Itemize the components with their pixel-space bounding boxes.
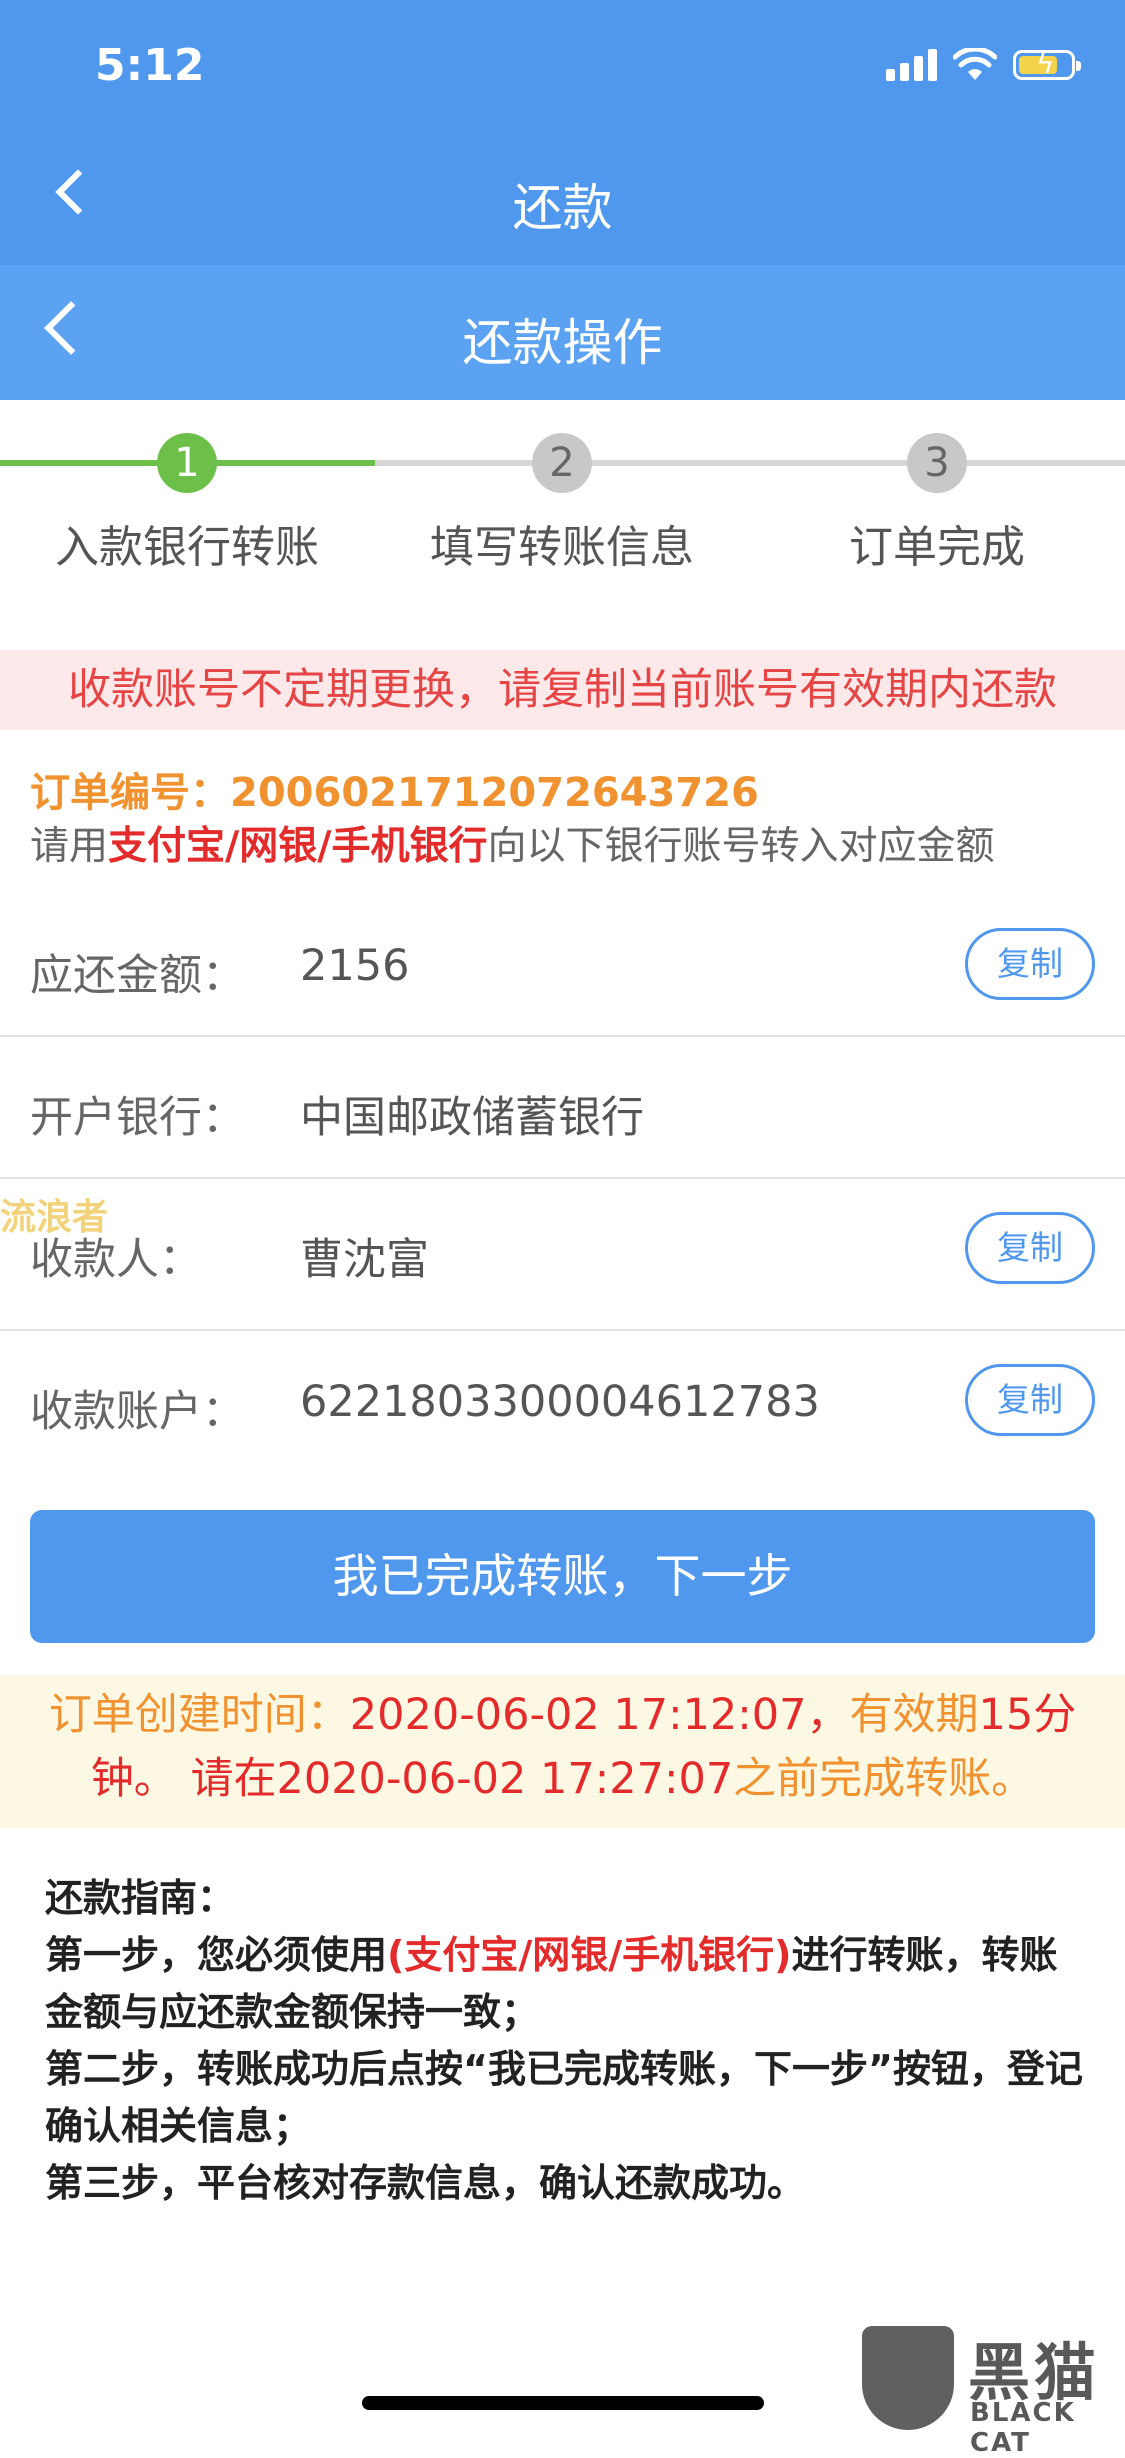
field-label: 开户银行： bbox=[30, 1093, 245, 1143]
field-label: 收款账户： bbox=[30, 1387, 245, 1437]
step-number: 3 bbox=[907, 433, 967, 493]
primary-navbar: 还款 bbox=[0, 130, 1125, 265]
step-1: 1 入款银行转账 bbox=[37, 430, 337, 575]
step-label: 入款银行转账 bbox=[55, 522, 319, 573]
status-bar: 5:12 ϟ bbox=[0, 0, 1125, 130]
black-cat-logo-icon bbox=[862, 2326, 954, 2430]
field-value: 曹沈富 bbox=[300, 1235, 429, 1285]
field-row-payee: 收款人： 曹沈富 复制 bbox=[0, 1179, 1125, 1331]
order-number-label: 订单编号： bbox=[30, 770, 230, 816]
notice-text: 之前完成转账。 bbox=[733, 1754, 1035, 1804]
deadline-time: 2020-06-02 17:27:07 bbox=[276, 1754, 734, 1804]
brand-watermark-en: BLACK CAT bbox=[970, 2398, 1076, 2458]
status-time: 5:12 bbox=[95, 40, 205, 91]
field-row-account: 收款账户： 6221803300004612783 复制 bbox=[0, 1331, 1125, 1481]
field-label: 应还金额： bbox=[30, 951, 245, 1001]
guide-step-1: 第一步，您必须使用(支付宝/网银/手机银行)进行转账，转账金额与应还款金额保持一… bbox=[45, 1927, 1085, 2041]
copy-amount-button[interactable]: 复制 bbox=[965, 928, 1095, 1000]
step-number: 2 bbox=[532, 433, 592, 493]
notice-text: 有效期 bbox=[849, 1690, 979, 1740]
wifi-icon bbox=[953, 48, 997, 80]
sub-page-title: 还款操作 bbox=[462, 314, 663, 372]
hint-prefix: 请用 bbox=[30, 824, 109, 869]
warning-banner: 收款账号不定期更换，请复制当前账号有效期内还款 bbox=[0, 650, 1125, 730]
step-label: 订单完成 bbox=[849, 522, 1025, 573]
notice-text: 订单创建时间： bbox=[48, 1690, 350, 1740]
order-number-value: 2006021712072643726 bbox=[230, 770, 759, 816]
secondary-navbar: 还款操作 bbox=[0, 265, 1125, 400]
cellular-signal-icon bbox=[886, 49, 937, 81]
field-row-amount: 应还金额： 2156 复制 bbox=[0, 895, 1125, 1037]
status-icons: ϟ bbox=[886, 47, 1081, 82]
step-2: 2 填写转账信息 bbox=[412, 430, 712, 575]
battery-icon: ϟ bbox=[1013, 47, 1081, 80]
repayment-guide: 还款指南： 第一步，您必须使用(支付宝/网银/手机银行)进行转账，转账金额与应还… bbox=[45, 1870, 1085, 2212]
time-notice: 订单创建时间：2020-06-02 17:12:07，有效期15分 钟。 请在2… bbox=[0, 1675, 1125, 1828]
guide-title: 还款指南： bbox=[45, 1876, 236, 1920]
validity-minutes: 15 bbox=[978, 1690, 1034, 1740]
guide-step-2: 第二步，转账成功后点按“我已完成转账，下一步”按钮，登记确认相关信息； bbox=[45, 2047, 1083, 2148]
copy-payee-button[interactable]: 复制 bbox=[965, 1212, 1095, 1284]
field-row-bank: 开户银行： 中国邮政储蓄银行 bbox=[0, 1037, 1125, 1179]
next-step-button[interactable]: 我已完成转账，下一步 bbox=[30, 1510, 1095, 1643]
guide-step-3: 第三步，平台核对存款信息，确认还款成功。 bbox=[45, 2161, 806, 2205]
home-indicator[interactable] bbox=[362, 2396, 764, 2410]
order-number: 订单编号：2006021712072643726 bbox=[30, 760, 759, 818]
hint-suffix: 向以下银行账号转入对应金额 bbox=[487, 824, 995, 869]
page-title: 还款 bbox=[512, 179, 613, 237]
brand-watermark: 黑猫 BLACK CAT bbox=[850, 2318, 1125, 2458]
guide-text: 第一步，您必须使用 bbox=[45, 1933, 388, 1977]
created-time: 2020-06-02 17:12:07， bbox=[349, 1690, 850, 1740]
step-number: 1 bbox=[157, 433, 217, 493]
transfer-hint: 请用支付宝/网银/手机银行向以下银行账号转入对应金额 bbox=[30, 815, 995, 871]
guide-methods: (支付宝/网银/手机银行) bbox=[387, 1933, 792, 1977]
field-value: 2156 bbox=[300, 941, 410, 991]
notice-text: 钟。 请在 bbox=[90, 1754, 277, 1804]
notice-text: 分 bbox=[1033, 1690, 1077, 1740]
copy-account-button[interactable]: 复制 bbox=[965, 1364, 1095, 1436]
step-3: 3 订单完成 bbox=[787, 430, 1087, 575]
hint-methods: 支付宝/网银/手机银行 bbox=[108, 824, 488, 869]
field-value: 6221803300004612783 bbox=[300, 1377, 820, 1427]
user-watermark: 流浪者 bbox=[0, 1197, 109, 1238]
step-label: 填写转账信息 bbox=[430, 522, 694, 573]
progress-steps: 1 入款银行转账 2 填写转账信息 3 订单完成 bbox=[0, 430, 1125, 590]
field-value: 中国邮政储蓄银行 bbox=[300, 1093, 644, 1143]
